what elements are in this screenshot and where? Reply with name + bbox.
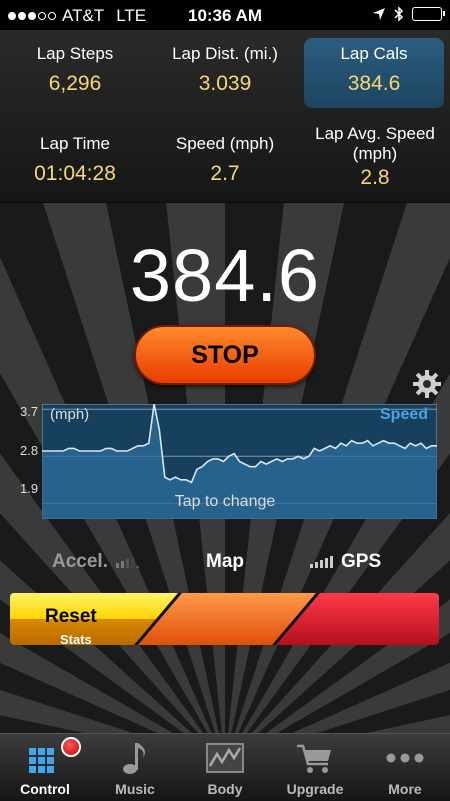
battery-icon [412, 7, 445, 21]
body-chart-icon [206, 743, 244, 773]
stat-lap-distance[interactable]: Lap Dist. (mi.) 3.039 [155, 44, 295, 96]
y-tick-label: 2.8 [20, 443, 39, 458]
stat-label: Lap Steps [36, 44, 114, 63]
tab-upgrade[interactable]: Upgrade [270, 734, 360, 801]
stats-label: Stats [60, 632, 92, 647]
stat-lap-cals[interactable]: Lap Cals 384.6 [304, 38, 444, 108]
tab-label: Body [207, 781, 243, 797]
stat-lap-time[interactable]: Lap Time 01:04:28 [5, 134, 145, 186]
big-value-display: 384.6 [129, 234, 321, 317]
stats-panel: Lap Steps 6,296 Lap Dist. (mi.) 3.039 La… [0, 30, 450, 204]
tab-bar: Control Music Body Upgrade More [0, 733, 450, 801]
stat-lap-avg-speed[interactable]: Lap Avg. Speed (mph) 2.8 [305, 124, 445, 190]
stat-label: Speed (mph) [175, 134, 275, 153]
tab-label: Music [115, 781, 155, 797]
chart-unit-label: (mph) [50, 406, 90, 423]
cart-icon [297, 744, 331, 773]
status-right [372, 6, 445, 22]
tab-label: Upgrade [286, 781, 344, 797]
tab-label: More [388, 781, 422, 797]
stat-value: 01:04:28 [34, 162, 116, 185]
reset-label: Reset [45, 606, 97, 627]
tab-body[interactable]: Body [180, 734, 270, 801]
tab-more[interactable]: More [360, 734, 450, 801]
stat-value: 6,296 [48, 72, 102, 95]
sensor-mode-row: Accel. Map GPS [0, 551, 450, 581]
tab-music[interactable]: Music [90, 734, 180, 801]
accel-label: Accel. [52, 551, 108, 572]
accel-signal-icon [115, 556, 139, 568]
stop-button[interactable]: STOP [134, 325, 316, 385]
stat-value: 2.7 [210, 162, 240, 185]
stat-speed[interactable]: Speed (mph) 2.7 [155, 134, 295, 186]
tab-label: Control [20, 781, 70, 797]
chart-series-label: Speed [380, 406, 429, 423]
accel-mode-button[interactable]: Accel. [52, 551, 139, 573]
gps-signal-icon [310, 556, 333, 568]
tab-control[interactable]: Control [0, 734, 90, 801]
stat-label: Lap Cals [340, 44, 408, 63]
stat-value: 384.6 [347, 72, 401, 95]
map-mode-button[interactable]: Map [206, 551, 244, 573]
gps-mode-button[interactable]: GPS [310, 551, 381, 573]
y-tick-label: 3.7 [20, 404, 39, 419]
more-dots-icon [386, 753, 424, 763]
gear-icon[interactable] [412, 369, 442, 399]
notification-badge [61, 737, 81, 757]
map-label: Map [206, 551, 244, 572]
stat-label: Lap Time [40, 134, 110, 153]
location-arrow-icon [373, 8, 385, 20]
chart-hint: Tap to change [174, 493, 276, 510]
stat-label: Lap Dist. (mi.) [172, 44, 278, 63]
control-grid-icon [29, 748, 54, 773]
bluetooth-icon [394, 6, 404, 22]
music-note-icon [123, 743, 146, 774]
gps-label: GPS [341, 551, 382, 572]
stat-value: 3.039 [198, 72, 252, 95]
stat-lap-steps[interactable]: Lap Steps 6,296 [5, 44, 145, 96]
stat-value: 2.8 [360, 166, 390, 189]
status-bar: AT&T LTE 10:36 AM [0, 0, 450, 30]
main-area: 384.6 STOP 3.7 2.8 1.9 (mph) Speed Tap t… [0, 203, 450, 733]
stat-label: Lap Avg. Speed (mph) [315, 124, 435, 163]
